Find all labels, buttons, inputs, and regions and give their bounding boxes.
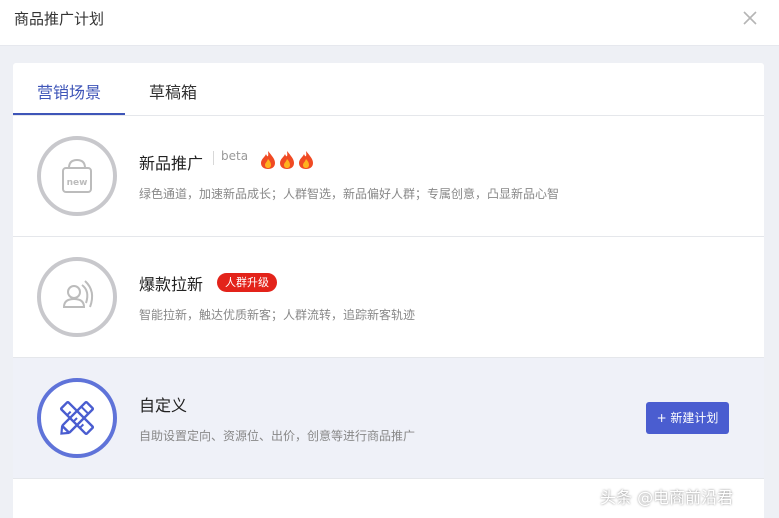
scenario-title: 新品推广 — [139, 154, 204, 173]
scenario-description: 绿色通道，加速新品成长；人群智选，新品偏好人群；专属创意，凸显新品心智 — [139, 187, 560, 201]
new-plan-button[interactable]: + 新建计划 — [646, 402, 729, 434]
scenario-description: 自助设置定向、资源位、出价，创意等进行商品推广 — [139, 429, 416, 443]
scenario-bestseller-acquisition[interactable]: 爆款拉新 人群升级 智能拉新，触达优质新客；人群流转，追踪新客轨迹 — [13, 237, 764, 358]
dialog-title: 商品推广计划 — [14, 10, 105, 28]
scenario-description: 智能拉新，触达优质新客；人群流转，追踪新客轨迹 — [139, 308, 416, 322]
scenario-new-product[interactable]: new 新品推广 beta 绿色通道，加速新品成长；人群智选，新品偏好人群；专属… — [13, 116, 764, 237]
close-icon[interactable] — [741, 9, 759, 27]
dialog-header: 商品推广计划 — [0, 0, 779, 46]
scenario-custom[interactable]: 自定义 自助设置定向、资源位、出价，创意等进行商品推广 + 新建计划 — [13, 358, 764, 479]
beta-tag: beta — [221, 149, 249, 163]
divider — [213, 151, 214, 165]
tab-marketing-scenarios[interactable]: 营销场景 — [37, 79, 101, 103]
new-bag-icon: new — [37, 136, 117, 216]
fire-icon — [259, 150, 319, 170]
pencil-ruler-icon — [37, 378, 117, 458]
audience-upgrade-badge: 人群升级 — [217, 273, 277, 292]
scenario-title: 爆款拉新 — [139, 275, 204, 294]
svg-text:new: new — [67, 178, 88, 188]
scenario-title: 自定义 — [139, 396, 188, 415]
active-tab-indicator — [13, 113, 125, 115]
scenario-card: 营销场景 草稿箱 new 新品推广 beta 绿色通道，加速新品成长；人群智选，… — [13, 63, 764, 518]
user-flow-icon — [37, 257, 117, 337]
watermark: 头条 @电商前沿君 — [600, 488, 734, 507]
tab-bar: 营销场景 草稿箱 — [13, 63, 764, 116]
tab-drafts[interactable]: 草稿箱 — [149, 79, 197, 103]
